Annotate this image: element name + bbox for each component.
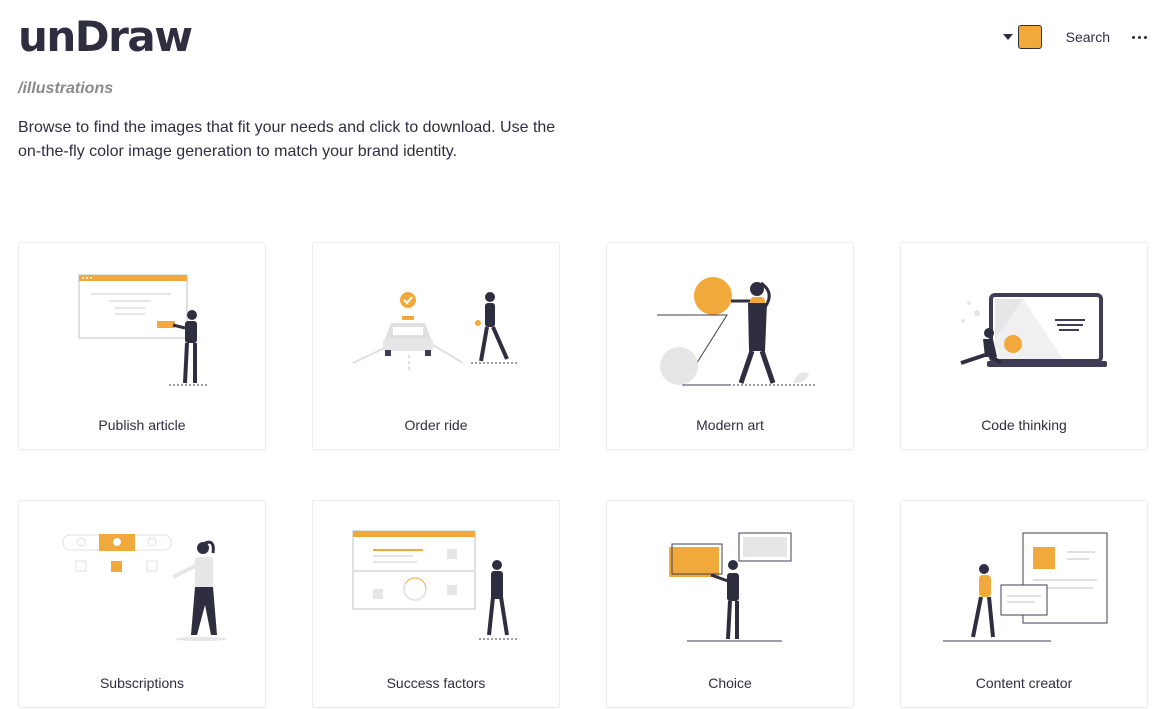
code-thinking-illustration	[960, 293, 1107, 367]
illustration-title: Publish article	[98, 417, 186, 433]
order-ride-illustration	[352, 292, 519, 373]
search-button[interactable]: Search	[1066, 29, 1110, 45]
illustration-card[interactable]: Publish article	[18, 242, 266, 450]
logo[interactable]: unDraw	[18, 8, 193, 66]
illustration-card[interactable]: Content creator	[900, 500, 1148, 708]
illustration-title: Order ride	[404, 417, 468, 433]
intro-text: Browse to find the images that fit your …	[18, 119, 556, 160]
illustration-title: Subscriptions	[99, 675, 185, 691]
illustration-title: Content creator	[975, 675, 1073, 691]
chevron-down-icon[interactable]	[1002, 34, 1013, 40]
illustration-title: Modern art	[696, 417, 764, 433]
illustration-card[interactable]: Order ride	[312, 242, 560, 450]
illustration-title: Code thinking	[981, 417, 1067, 433]
color-swatch-icon[interactable]	[1017, 25, 1042, 49]
publish-article-illustration	[78, 274, 207, 386]
more-icon[interactable]	[1132, 32, 1147, 43]
modern-art-illustration	[657, 277, 817, 386]
subscriptions-illustration	[62, 534, 227, 641]
illustration-card[interactable]: Code thinking	[900, 242, 1148, 450]
illustration-card[interactable]: Subscriptions	[18, 500, 266, 708]
illustration-title: Choice	[708, 675, 752, 691]
illustration-grid: Publish article Order ride Modern art Co…	[18, 242, 1148, 708]
illustration-card[interactable]: Modern art	[606, 242, 854, 450]
illustration-card[interactable]: Success factors	[312, 500, 560, 708]
success-factors-illustration	[352, 530, 519, 640]
content-creator-illustration	[943, 532, 1108, 642]
illustration-title: Success factors	[386, 675, 486, 691]
top-bar: Search	[1002, 24, 1147, 50]
illustration-card[interactable]: Choice	[606, 500, 854, 708]
choice-illustration	[669, 532, 792, 642]
page-subtitle: /illustrations	[18, 80, 114, 97]
